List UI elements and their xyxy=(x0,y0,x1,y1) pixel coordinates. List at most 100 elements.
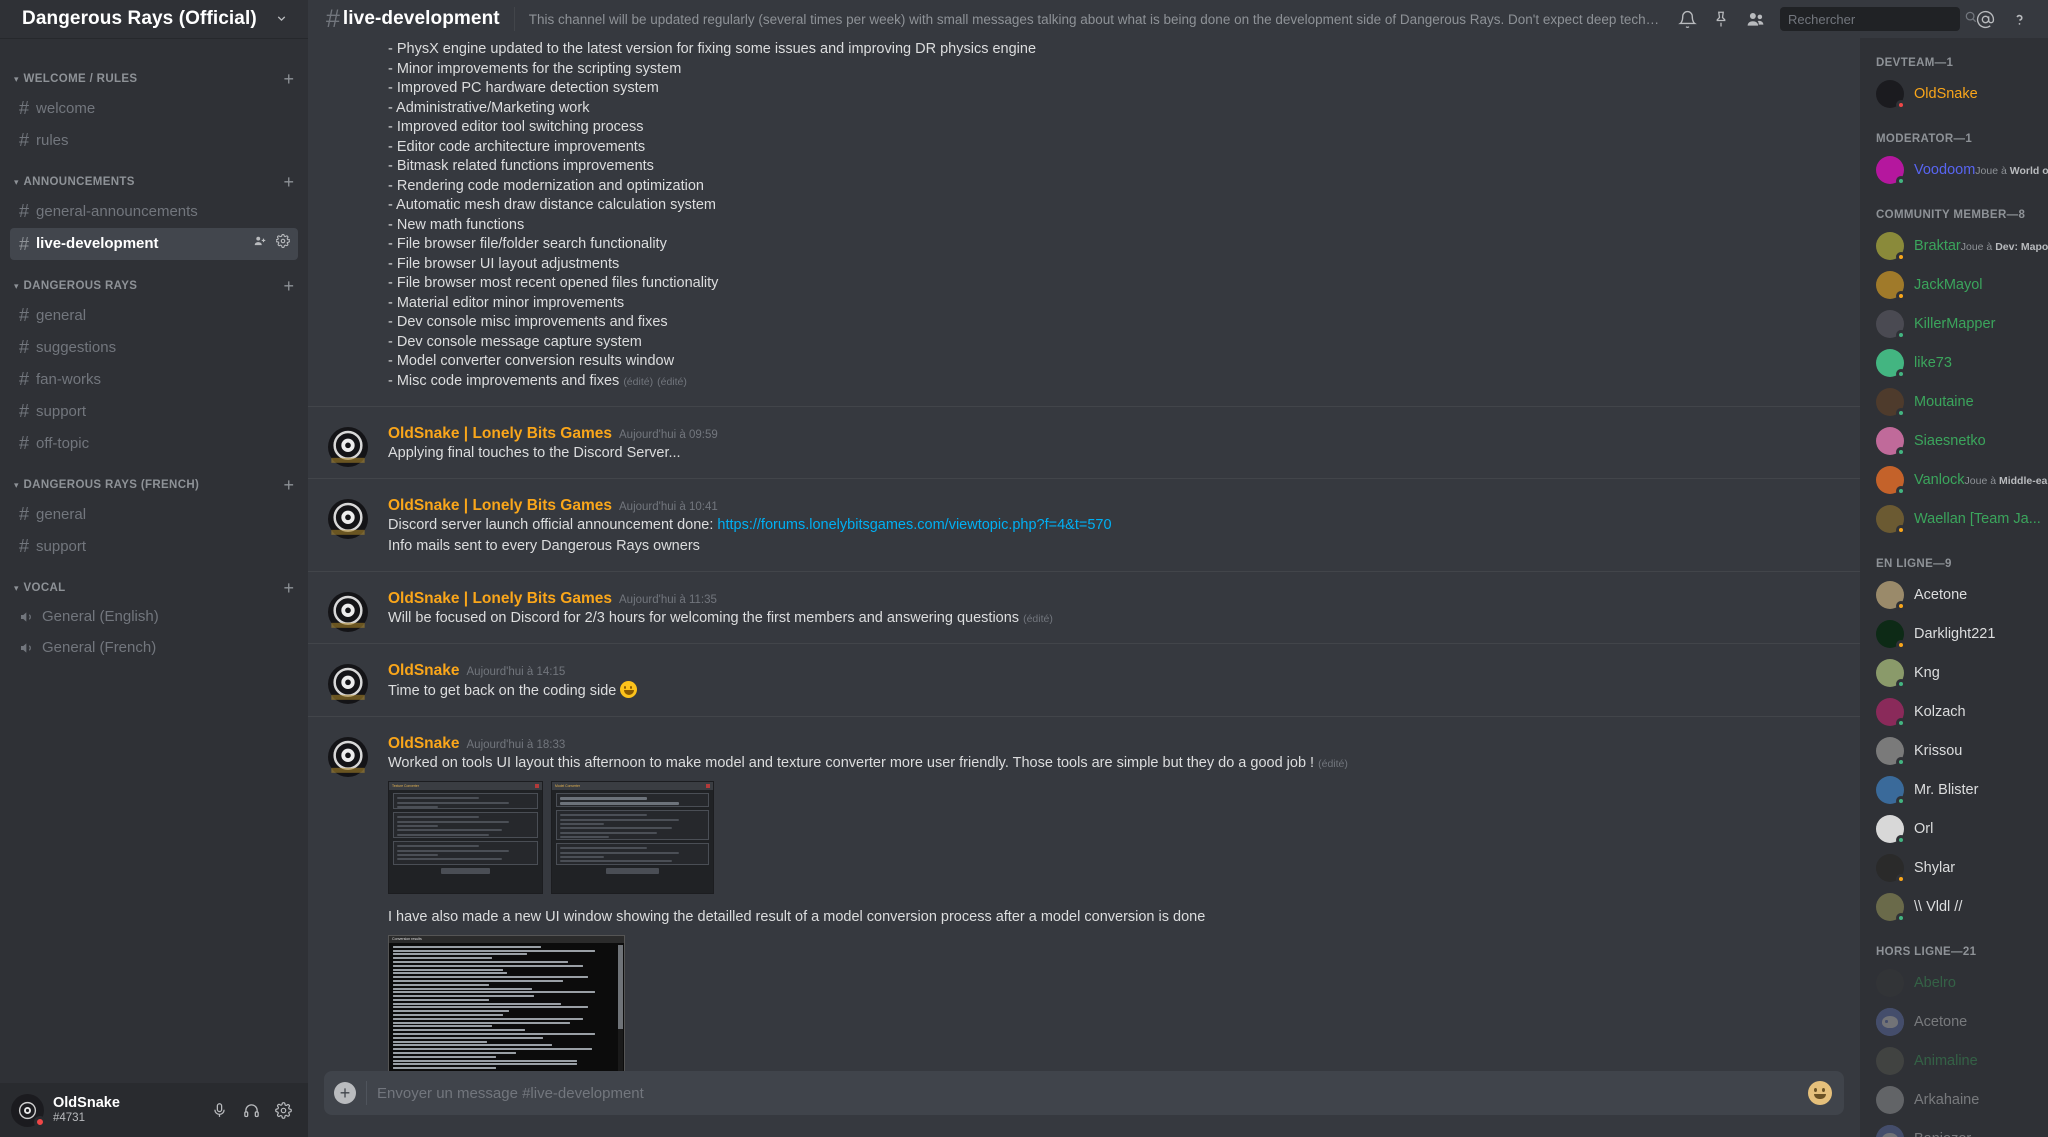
channel-category-announcements[interactable]: ▾ ANNOUNCEMENTS + xyxy=(0,157,308,195)
attachment-image[interactable]: Model Converter xyxy=(551,781,714,895)
channel-category-welcome-rules[interactable]: ▾ WELCOME / RULES + xyxy=(0,54,308,92)
create-invite-icon[interactable] xyxy=(253,234,267,253)
member-list-item[interactable]: Siaesnetko xyxy=(1860,422,2048,460)
member-list-item[interactable]: VanlockJoue à Middle-earth: Shadow... xyxy=(1860,461,2048,499)
member-list-item[interactable]: Waellan [Team Ja... xyxy=(1860,500,2048,538)
member-list-item[interactable]: Arkahaine xyxy=(1860,1081,2048,1119)
sidebar-channel-rules[interactable]: # rules xyxy=(10,125,298,156)
avatar[interactable] xyxy=(328,498,368,539)
avatar[interactable] xyxy=(328,664,368,705)
add-channel-icon[interactable]: + xyxy=(283,173,298,191)
bell-icon[interactable] xyxy=(1670,2,1704,36)
member-list-item[interactable]: like73 xyxy=(1860,344,2048,382)
message-input[interactable] xyxy=(377,1084,1808,1102)
members-icon[interactable] xyxy=(1738,2,1772,36)
channel-list[interactable]: ▾ WELCOME / RULES + # welcome # rules ▾ ANNOUNCE… xyxy=(0,38,308,1083)
mentions-icon[interactable] xyxy=(1968,2,2002,36)
avatar xyxy=(1876,1008,1904,1036)
member-list-item[interactable]: BraktarJoue à Dev: Mapotempo opti... xyxy=(1860,227,2048,265)
avatar[interactable] xyxy=(11,1093,46,1128)
message-avatar[interactable] xyxy=(308,590,388,634)
channel-category-vocal[interactable]: ▾ VOCAL + xyxy=(0,563,308,601)
sidebar-channel-suggestions[interactable]: # suggestions xyxy=(10,332,298,363)
member-list-item[interactable]: VoodoomJoue à World of Tanks Blitz xyxy=(1860,151,2048,189)
status-badge xyxy=(1896,447,1906,457)
member-list-item[interactable]: Animaline xyxy=(1860,1042,2048,1080)
channel-category-dangerous-rays[interactable]: ▾ DANGEROUS RAYS + xyxy=(0,261,308,299)
message-author[interactable]: OldSnake xyxy=(388,662,460,679)
member-list-item[interactable]: Abelro xyxy=(1860,964,2048,1002)
message-avatar[interactable] xyxy=(308,735,388,1071)
member-list-item[interactable]: Darklight221 xyxy=(1860,615,2048,653)
member-list-item[interactable]: Kolzach xyxy=(1860,693,2048,731)
sidebar-channel-fan-works[interactable]: # fan-works xyxy=(10,364,298,395)
sidebar-channel-welcome[interactable]: # welcome xyxy=(10,93,298,124)
sidebar-channel-support[interactable]: # support xyxy=(10,396,298,427)
message-author[interactable]: OldSnake xyxy=(388,735,460,752)
member-list[interactable]: DEVTEAM—1 OldSnake MODERATOR—1 VoodoomJoue … xyxy=(1860,38,2048,1137)
add-channel-icon[interactable]: + xyxy=(283,476,298,494)
message-avatar[interactable] xyxy=(308,662,388,706)
mic-icon[interactable] xyxy=(204,1095,234,1125)
member-list-item[interactable]: JackMayol xyxy=(1860,266,2048,304)
message-avatar[interactable] xyxy=(308,497,388,561)
add-channel-icon[interactable]: + xyxy=(283,70,298,88)
status-badge xyxy=(1896,252,1906,262)
message-author[interactable]: OldSnake | Lonely Bits Games xyxy=(388,590,612,607)
edit-channel-icon[interactable] xyxy=(275,233,291,253)
message-avatar[interactable] xyxy=(308,425,388,468)
member-list-item[interactable]: Banjozor xyxy=(1860,1120,2048,1137)
add-channel-icon[interactable]: + xyxy=(283,277,298,295)
avatar[interactable] xyxy=(328,736,368,777)
sidebar-channel-general[interactable]: # general xyxy=(10,300,298,331)
member-list-item[interactable]: Orl xyxy=(1860,810,2048,848)
emoji-picker-icon[interactable] xyxy=(1808,1081,1832,1105)
chevron-down-icon[interactable] xyxy=(275,12,288,27)
member-list-item[interactable]: Acetone xyxy=(1860,576,2048,614)
member-list-item[interactable]: \\ Vldl // xyxy=(1860,888,2048,926)
sidebar-channel-general-english[interactable]: General (English) xyxy=(10,602,298,632)
member-info: \\ Vldl // xyxy=(1914,898,1962,916)
status-badge xyxy=(1896,601,1906,611)
channel-label: welcome xyxy=(36,99,96,117)
message-link[interactable]: https://forums.lonelybitsgames.com/viewt… xyxy=(717,517,1111,533)
attachment-image[interactable]: Texture Converter xyxy=(388,781,543,895)
scrollbar-thumb[interactable] xyxy=(618,944,623,1030)
member-list-item[interactable]: OldSnake xyxy=(1860,75,2048,113)
member-list-item[interactable]: Moutaine xyxy=(1860,383,2048,421)
top-bar: Dangerous Rays (Official) # live-develop… xyxy=(0,0,2048,38)
member-name: Animaline xyxy=(1914,1052,1978,1069)
search-input[interactable] xyxy=(1788,11,1964,27)
help-icon[interactable] xyxy=(2002,2,2036,36)
message-header: OldSnake Aujourd'hui à 18:33 xyxy=(388,735,1846,752)
member-list-item[interactable]: KillerMapper xyxy=(1860,305,2048,343)
server-header[interactable]: Dangerous Rays (Official) xyxy=(0,0,308,38)
pin-icon[interactable] xyxy=(1704,2,1738,36)
sidebar-channel-general[interactable]: # general xyxy=(10,499,298,530)
sidebar-channel-support[interactable]: # support xyxy=(10,531,298,562)
add-attachment-icon[interactable]: + xyxy=(334,1082,356,1104)
composer-box[interactable]: + xyxy=(324,1071,1844,1115)
sidebar-channel-live-development[interactable]: # live-development xyxy=(10,228,298,260)
member-group-title: EN LIGNE—9 xyxy=(1876,558,1952,570)
member-list-item[interactable]: Acetone xyxy=(1860,1003,2048,1041)
channel-category-dangerous-rays-french[interactable]: ▾ DANGEROUS RAYS (FRENCH) + xyxy=(0,460,308,498)
search-box[interactable] xyxy=(1780,7,1977,31)
avatar[interactable] xyxy=(328,427,368,467)
member-list-item[interactable]: Kng xyxy=(1860,654,2048,692)
avatar[interactable] xyxy=(328,591,368,632)
message-avatar[interactable] xyxy=(308,38,388,396)
add-channel-icon[interactable]: + xyxy=(283,579,298,597)
status-badge xyxy=(1896,679,1906,689)
gear-icon[interactable] xyxy=(268,1095,298,1125)
attachment-image[interactable]: Conversion results xyxy=(388,934,625,1071)
message-author[interactable]: OldSnake | Lonely Bits Games xyxy=(388,497,612,514)
sidebar-channel-off-topic[interactable]: # off-topic xyxy=(10,428,298,459)
member-list-item[interactable]: Mr. Blister xyxy=(1860,771,2048,809)
member-list-item[interactable]: Shylar xyxy=(1860,849,2048,887)
message-author[interactable]: OldSnake | Lonely Bits Games xyxy=(388,425,612,442)
sidebar-channel-general-announcements[interactable]: # general-announcements xyxy=(10,196,298,227)
member-list-item[interactable]: Krissou xyxy=(1860,732,2048,770)
sidebar-channel-general-french[interactable]: General (French) xyxy=(10,633,298,663)
headphones-icon[interactable] xyxy=(236,1095,266,1125)
